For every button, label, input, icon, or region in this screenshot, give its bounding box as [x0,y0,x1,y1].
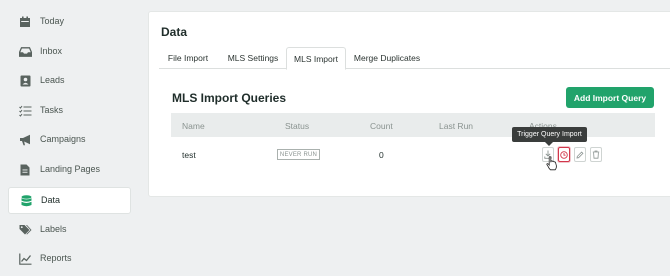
data-panel: Data File Import MLS Settings MLS Import… [148,11,670,197]
add-import-query-button[interactable]: Add Import Query [566,87,654,108]
tab-bar: File Import MLS Settings MLS Import Merg… [159,47,670,70]
clock-icon [560,146,568,164]
query-count: 0 [379,150,384,160]
sidebar-item-label: Reports [40,253,72,263]
pencil-icon [576,146,584,164]
sidebar-item-leads[interactable]: Leads [8,68,131,95]
column-header-status[interactable]: Status [285,121,309,131]
tab-mls-settings[interactable]: MLS Settings [221,47,285,69]
sidebar-item-campaigns[interactable]: Campaigns [8,127,131,154]
column-header-last-run[interactable]: Last Run [439,121,473,131]
status-badge: NEVER RUN [277,149,320,160]
sidebar-item-label: Data [41,195,61,205]
tag-icon [18,223,32,237]
tab-merge-duplicates[interactable]: Merge Duplicates [349,47,425,69]
checklist-icon [18,104,32,118]
sidebar-item-tasks[interactable]: Tasks [8,98,131,125]
contact-card-icon [18,74,32,88]
delete-button[interactable] [590,147,602,162]
sidebar-item-labels[interactable]: Labels [8,217,131,244]
section-title: MLS Import Queries [172,91,287,105]
sidebar-item-inbox[interactable]: Inbox [8,39,131,66]
column-header-count[interactable]: Count [370,121,393,131]
sidebar-item-label: Landing Pages [40,164,101,174]
column-header-name[interactable]: Name [182,121,205,131]
sidebar-item-label: Tasks [40,105,64,115]
query-name: test [182,150,196,160]
chart-line-icon [18,252,32,266]
calendar-icon [18,15,32,29]
sidebar-item-reports[interactable]: Reports [8,246,131,273]
inbox-icon [18,45,32,59]
sidebar-item-label: Leads [40,75,65,85]
megaphone-icon [18,133,32,147]
tab-file-import[interactable]: File Import [159,47,217,69]
sidebar-item-label: Campaigns [40,134,86,144]
page-title: Data [161,25,188,39]
sidebar-item-label: Today [40,16,65,26]
document-icon [18,163,32,177]
sidebar-item-landing-pages[interactable]: Landing Pages [8,157,131,184]
sidebar: Today Inbox Leads Tasks Campaigns Landin… [0,0,140,276]
trash-icon [592,146,600,164]
tab-mls-import[interactable]: MLS Import [286,47,346,70]
sidebar-item-data[interactable]: Data [8,187,131,214]
edit-button[interactable] [574,147,586,162]
tooltip: Trigger Query Import [512,127,587,146]
database-icon [19,194,33,208]
sidebar-item-label: Inbox [40,46,63,56]
sidebar-item-today[interactable]: Today [8,9,131,36]
table-row: test NEVER RUN 0 [171,143,655,167]
sidebar-item-label: Labels [40,224,67,234]
hand-pointer-cursor-icon [546,156,558,171]
schedule-button[interactable] [558,147,570,162]
